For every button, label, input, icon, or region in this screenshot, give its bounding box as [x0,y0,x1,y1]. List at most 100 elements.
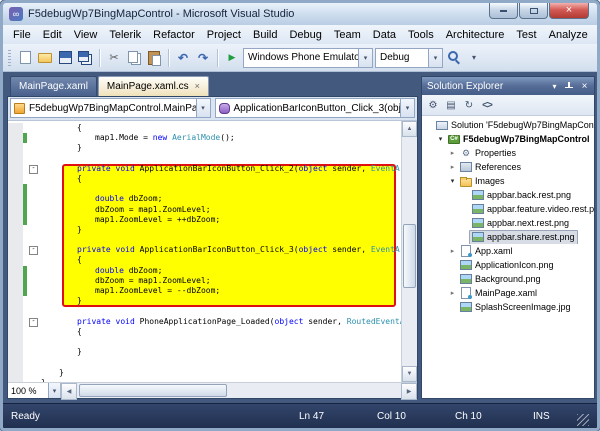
menu-item-window[interactable]: Window [594,27,597,43]
deployment-target-dropdown[interactable]: Windows Phone Emulator [243,47,373,68]
tree-item[interactable]: appbar.next.rest.png [422,216,594,230]
menu-item-team[interactable]: Team [328,27,367,43]
view-code-icon[interactable]: <> [479,97,495,113]
menu-item-test[interactable]: Test [510,27,542,43]
show-all-files-icon[interactable]: ▤ [443,97,459,113]
image-icon [472,218,484,229]
code-line: map1.ZoomLevel = ++dbZoom; [8,214,401,225]
vertical-scroll-thumb[interactable] [403,224,416,289]
toolbar-options-icon[interactable] [465,49,483,67]
tree-item[interactable]: ▾ F5debugWp7BingMapControl [422,132,594,146]
find-icon[interactable] [445,49,463,67]
code-editor[interactable]: {map1.Mode = new AerialMode();}private v… [8,121,401,382]
tree-item[interactable]: SplashScreenImage.jpg [422,300,594,314]
collapse-arrow-icon[interactable]: ▾ [436,136,445,143]
horizontal-scroll-track[interactable] [77,383,401,398]
tree-item[interactable]: Solution 'F5debugWp7BingMapControl' (1 p [422,118,594,132]
expand-arrow-icon[interactable]: ▸ [448,150,457,157]
scroll-right-icon[interactable] [401,383,417,400]
menu-item-build[interactable]: Build [247,27,283,43]
close-icon[interactable] [578,80,591,92]
collapse-region-icon[interactable] [29,164,38,174]
tree-item[interactable]: ▸ References [422,160,594,174]
tab-mainpage-xaml-cs[interactable]: MainPage.xaml.cs [97,76,209,96]
menu-item-data[interactable]: Data [367,27,402,43]
tree-item[interactable]: ApplicationIcon.png [422,258,594,272]
chevron-down-icon[interactable] [195,99,210,117]
chevron-down-icon[interactable] [48,383,60,398]
close-icon[interactable] [195,82,200,91]
horizontal-scroll-thumb[interactable] [79,384,227,397]
properties-icon [460,148,472,159]
menu-item-edit[interactable]: Edit [37,27,68,43]
tree-item[interactable]: ▸ App.xaml [422,244,594,258]
zoom-dropdown[interactable]: 100 % [8,383,61,398]
properties-icon[interactable]: ⚙ [425,97,441,113]
menu-item-telerik[interactable]: Telerik [103,27,147,43]
menu-item-refactor[interactable]: Refactor [147,27,201,43]
vertical-scroll-track[interactable] [402,137,417,366]
window-menu-icon[interactable] [548,80,561,92]
undo-icon[interactable] [174,49,192,67]
types-dropdown[interactable]: F5debugWp7BingMapControl.MainPage [10,98,211,118]
save-icon[interactable] [56,49,74,67]
save-all-icon[interactable] [76,49,94,67]
chevron-down-icon[interactable] [428,48,442,67]
cut-icon[interactable] [105,49,123,67]
tab-mainpage-xaml[interactable]: MainPage.xaml [10,76,97,96]
expand-arrow-icon[interactable]: ▸ [448,164,457,171]
code-line: } [8,347,401,358]
chevron-down-icon[interactable] [400,99,414,117]
tree-item[interactable]: appbar.share.rest.png [422,230,594,244]
members-dropdown-value: ApplicationBarIconButton_Click_3(object … [233,102,401,114]
vertical-scrollbar[interactable] [401,121,417,382]
menu-item-view[interactable]: View [68,27,104,43]
pin-icon[interactable] [563,80,576,92]
paste-icon[interactable] [145,49,163,67]
scroll-left-icon[interactable] [61,383,77,400]
tree-item[interactable]: ▾ Images [422,174,594,188]
menu-item-architecture[interactable]: Architecture [440,27,511,43]
menu-item-file[interactable]: File [7,27,37,43]
tree-item[interactable]: appbar.back.rest.png [422,188,594,202]
resize-grip[interactable] [577,414,589,426]
tree-item[interactable]: appbar.feature.video.rest.png [422,202,594,216]
menu-item-debug[interactable]: Debug [283,27,327,43]
image-icon [472,232,484,243]
refresh-icon[interactable]: ↻ [461,97,477,113]
copy-icon[interactable] [125,49,143,67]
expand-arrow-icon[interactable]: ▸ [448,248,457,255]
maximize-button[interactable] [519,3,548,19]
tree-item[interactable]: ▸ Properties [422,146,594,160]
scroll-up-icon[interactable] [402,121,417,137]
members-dropdown[interactable]: ApplicationBarIconButton_Click_3(object … [214,98,415,118]
collapse-region-icon[interactable] [29,246,38,256]
solution-configuration-dropdown[interactable]: Debug [375,47,443,68]
collapse-region-icon[interactable] [29,317,38,327]
editor-column: MainPage.xaml MainPage.xaml.cs F5debugWp7… [7,76,418,400]
chevron-down-icon[interactable] [358,48,372,67]
horizontal-scrollbar[interactable] [61,383,417,400]
expand-arrow-icon[interactable]: ▸ [448,290,457,297]
menu-item-analyze[interactable]: Analyze [543,27,594,43]
redo-icon[interactable] [194,49,212,67]
start-debugging-icon[interactable] [223,49,241,67]
close-button[interactable] [549,3,589,19]
tree-item-label: Properties [475,148,517,158]
code-line: dbZoom = map1.ZoomLevel; [8,275,401,286]
scroll-down-icon[interactable] [402,366,417,382]
open-icon[interactable] [36,49,54,67]
menu-item-project[interactable]: Project [201,27,247,43]
editor-body: F5debugWp7BingMapControl.MainPage Applic… [7,96,418,400]
toolbar-separator [99,48,100,67]
tree-item-label: appbar.feature.video.rest.png [487,204,594,214]
menu-item-tools[interactable]: Tools [402,27,440,43]
toolbar-grip[interactable] [8,49,11,66]
minimize-button[interactable] [489,3,518,19]
tree-item[interactable]: Background.png [422,272,594,286]
collapse-arrow-icon[interactable]: ▾ [448,178,457,185]
solution-explorer-header[interactable]: Solution Explorer [422,77,594,95]
tree-item[interactable]: ▸ MainPage.xaml [422,286,594,300]
code-line: map1.ZoomLevel = --dbZoom; [8,286,401,297]
new-file-icon[interactable] [16,49,34,67]
